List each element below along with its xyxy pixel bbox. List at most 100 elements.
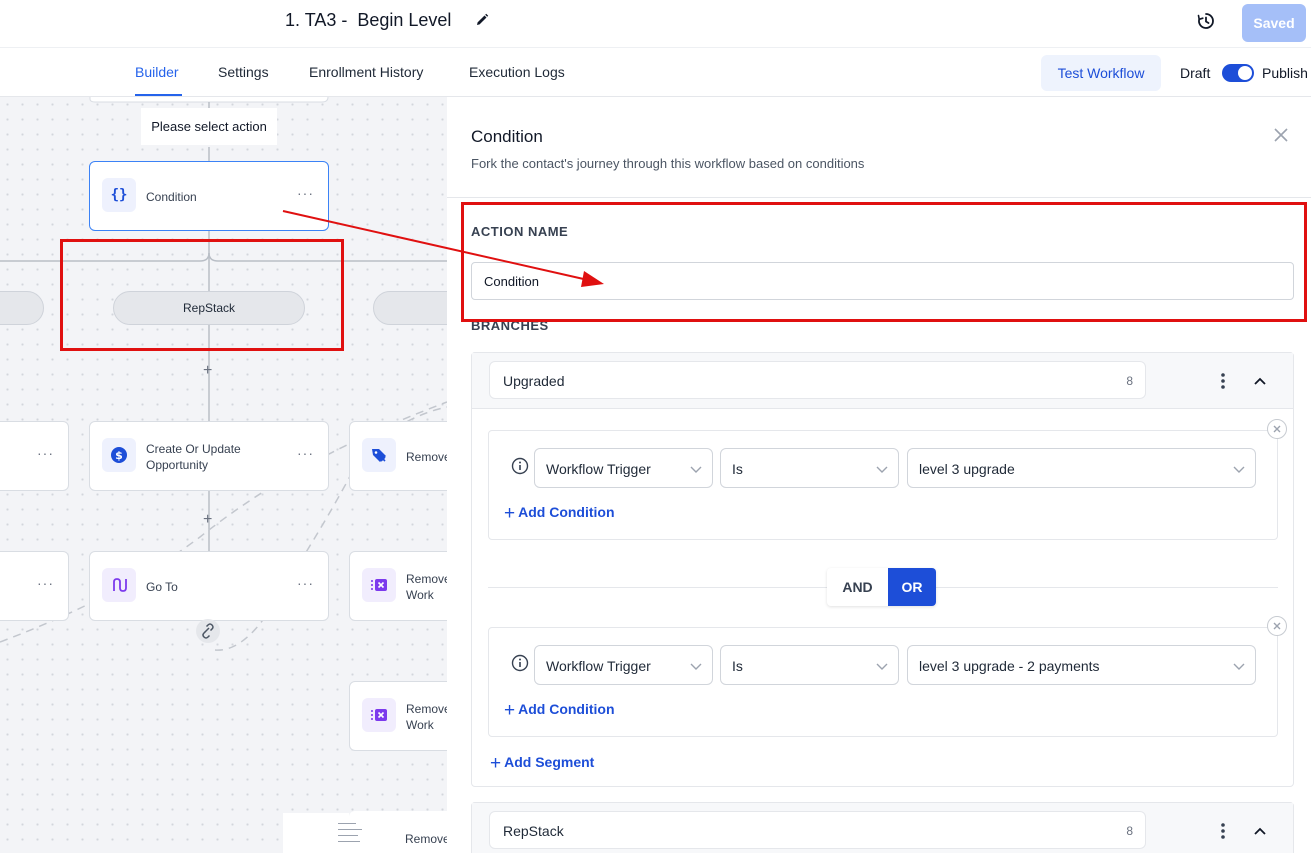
panel-divider xyxy=(447,197,1311,198)
select-value: level 3 upgrade - 2 payments xyxy=(919,658,1100,674)
dollar-icon: $ xyxy=(102,438,136,472)
remove-from-workflow-icon xyxy=(362,568,396,602)
add-condition-button[interactable]: + Add Condition xyxy=(504,700,615,722)
condition-node[interactable]: {} Condition ··· xyxy=(89,161,329,231)
remove-from-workflow-icon xyxy=(362,698,396,732)
field-select[interactable]: Workflow Trigger xyxy=(534,448,713,488)
node-menu-dots[interactable]: ··· xyxy=(297,446,314,460)
remove-segment-icon[interactable] xyxy=(1267,419,1287,439)
operator-select[interactable]: Is xyxy=(720,448,899,488)
link-icon[interactable] xyxy=(196,619,220,643)
chevron-down-icon xyxy=(876,466,888,473)
condition-segment-2: Workflow Trigger Is level 3 upgrade - 2 … xyxy=(488,627,1278,737)
node-menu-dots[interactable]: ··· xyxy=(297,186,314,200)
branch-pill-left[interactable] xyxy=(0,291,44,325)
remove-tag-node[interactable]: Remove xyxy=(349,421,447,491)
tag-remove-icon xyxy=(362,438,396,472)
select-value: level 3 upgrade xyxy=(919,461,1015,477)
remove-node-partial[interactable]: Remove xyxy=(349,811,447,853)
field-select[interactable]: Workflow Trigger xyxy=(534,645,713,685)
select-value: Is xyxy=(732,658,743,674)
node-label: Remove xyxy=(406,450,447,464)
add-condition-button[interactable]: + Add Condition xyxy=(504,503,615,525)
operator-select[interactable]: Is xyxy=(720,645,899,685)
workflow-canvas[interactable]: Please select action {} Condition ··· Re… xyxy=(0,97,447,853)
add-step-plus-icon[interactable]: + xyxy=(203,363,212,379)
panel-subtitle: Fork the contact's journey through this … xyxy=(471,156,865,171)
select-value: Workflow Trigger xyxy=(546,461,651,477)
and-button[interactable]: AND xyxy=(827,568,888,606)
node-partial-left-1[interactable]: ··· xyxy=(0,421,69,491)
branch-pill-right[interactable] xyxy=(373,291,447,325)
branch-header[interactable]: RepStack 8 xyxy=(472,803,1293,853)
divider-line xyxy=(488,587,827,588)
goto-path-icon xyxy=(102,568,136,602)
nav-bar: Builder Settings Enrollment History Exec… xyxy=(0,49,1311,97)
info-icon[interactable] xyxy=(511,457,529,475)
branch-repstack: RepStack 8 xyxy=(471,802,1294,853)
condition-segment-1: Workflow Trigger Is level 3 upgrade + Add… xyxy=(488,430,1278,540)
workflow-title[interactable]: 1. TA3 - Begin Level xyxy=(285,10,451,31)
branch-name-field[interactable]: RepStack 8 xyxy=(489,811,1146,849)
node-partial-left-2[interactable]: ··· xyxy=(0,551,69,621)
goto-node[interactable]: Go To ··· xyxy=(89,551,329,621)
add-step-plus-icon[interactable]: + xyxy=(203,512,212,528)
braces-icon: {} xyxy=(102,178,136,212)
publish-toggle[interactable] xyxy=(1222,64,1254,82)
create-opportunity-node[interactable]: $ Create Or Update Opportunity ··· xyxy=(89,421,329,491)
node-label: Condition xyxy=(146,190,197,204)
highlight-box-condition-node xyxy=(60,239,344,351)
remove-workflow-node-2[interactable]: Remove in Work xyxy=(349,681,447,751)
node-label: Remove xyxy=(405,832,447,846)
node-menu-dots[interactable]: ··· xyxy=(297,576,314,590)
svg-text:$: $ xyxy=(115,449,123,462)
test-workflow-button[interactable]: Test Workflow xyxy=(1041,55,1161,91)
draft-label: Draft xyxy=(1180,65,1211,81)
panel-title: Condition xyxy=(471,127,543,146)
chevron-up-icon[interactable] xyxy=(1253,824,1267,838)
branch-header[interactable]: Upgraded 8 xyxy=(472,353,1293,409)
or-button[interactable]: OR xyxy=(888,568,936,606)
branch-name: RepStack xyxy=(503,823,564,839)
remove-segment-icon[interactable] xyxy=(1267,616,1287,636)
remove-workflow-node-1[interactable]: Remove in Work xyxy=(349,551,447,621)
select-value: Is xyxy=(732,461,743,477)
info-icon[interactable] xyxy=(511,654,529,672)
tab-settings[interactable]: Settings xyxy=(218,64,269,80)
chevron-up-icon[interactable] xyxy=(1253,374,1267,388)
chevron-down-icon xyxy=(690,663,702,670)
chevron-down-icon xyxy=(1233,466,1245,473)
value-select[interactable]: level 3 upgrade xyxy=(907,448,1256,488)
tab-execution-logs[interactable]: Execution Logs xyxy=(469,64,565,80)
saved-button[interactable]: Saved xyxy=(1242,4,1306,42)
kebab-menu-icon[interactable] xyxy=(1220,372,1226,390)
branch-name-field[interactable]: Upgraded 8 xyxy=(489,361,1146,399)
node-menu-dots[interactable]: ··· xyxy=(37,576,54,590)
add-segment-button[interactable]: + Add Segment xyxy=(490,753,594,775)
toggle-knob xyxy=(1238,66,1252,80)
highlight-box-action-name xyxy=(461,202,1307,322)
divider-line xyxy=(936,587,1278,588)
chevron-down-icon xyxy=(1233,663,1245,670)
tab-builder[interactable]: Builder xyxy=(135,64,179,80)
tab-enrollment-history[interactable]: Enrollment History xyxy=(309,64,423,80)
publish-label: Publish xyxy=(1262,65,1308,81)
value-select[interactable]: level 3 upgrade - 2 payments xyxy=(907,645,1256,685)
branch-name: Upgraded xyxy=(503,373,565,389)
branch-upgraded: Upgraded 8 Workflow Trigger Is level 3 u… xyxy=(471,352,1294,787)
chevron-down-icon xyxy=(690,466,702,473)
branch-count: 8 xyxy=(1126,824,1133,838)
kebab-menu-icon[interactable] xyxy=(1220,822,1226,840)
close-icon[interactable] xyxy=(1273,127,1289,143)
plus-icon: + xyxy=(504,700,516,721)
node-label: Create Or Update Opportunity xyxy=(146,442,241,472)
history-icon[interactable] xyxy=(1196,11,1216,31)
plus-icon: + xyxy=(490,753,502,774)
minimap-thumbnail[interactable] xyxy=(283,813,362,853)
edit-pencil-icon[interactable] xyxy=(474,12,490,28)
node-label: Go To xyxy=(146,580,178,594)
node-label: Remove in Work xyxy=(406,572,447,602)
node-menu-dots[interactable]: ··· xyxy=(37,446,54,460)
active-tab-indicator xyxy=(135,94,182,96)
node-label: Remove in Work xyxy=(406,702,447,732)
